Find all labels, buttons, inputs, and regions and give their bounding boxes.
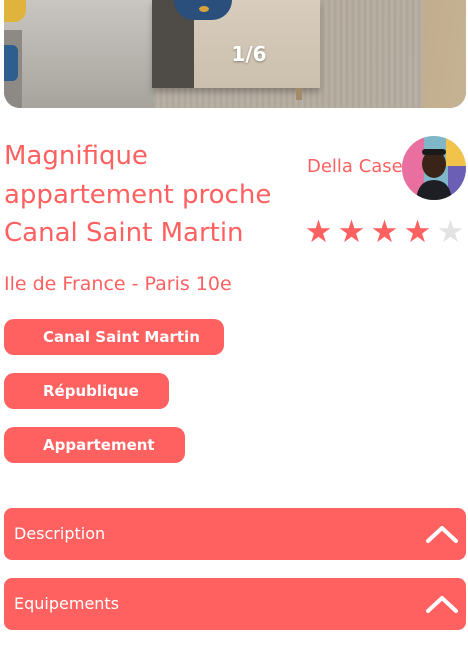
- star-rating: ★ ★ ★ ★ ★: [302, 214, 467, 250]
- star-filled-icon: ★: [403, 214, 432, 250]
- gallery-photo-table-leg: [296, 88, 302, 100]
- equipements-dropdown[interactable]: Equipements: [4, 578, 466, 630]
- star-filled-icon: ★: [337, 214, 366, 250]
- gallery-photo-tray-item: [199, 6, 209, 12]
- description-label: Description: [14, 524, 106, 543]
- photo-gallery[interactable]: 1/6: [4, 0, 466, 108]
- equipements-label: Equipements: [14, 594, 120, 613]
- gallery-counter: 1/6: [231, 42, 267, 66]
- host-avatar-image: [402, 136, 466, 200]
- star-filled-icon: ★: [304, 214, 333, 250]
- listing-location: Ile de France - Paris 10e: [4, 273, 232, 295]
- chevron-up-icon[interactable]: [424, 519, 460, 549]
- listing-title: Magnifique appartement proche Canal Sain…: [4, 141, 272, 248]
- tag-appartement[interactable]: Appartement: [4, 427, 185, 463]
- host-name: Della Case: [307, 156, 403, 177]
- tag-republique[interactable]: République: [4, 373, 169, 409]
- tag-canal-saint-martin[interactable]: Canal Saint Martin: [4, 319, 224, 355]
- host-avatar[interactable]: [402, 136, 466, 200]
- description-dropdown[interactable]: Description: [4, 508, 466, 560]
- star-filled-icon: ★: [370, 214, 399, 250]
- chevron-up-icon[interactable]: [424, 589, 460, 619]
- star-empty-icon: ★: [436, 214, 465, 250]
